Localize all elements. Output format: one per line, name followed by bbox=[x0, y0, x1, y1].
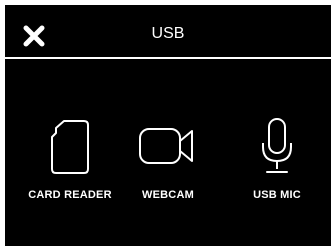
usb-mic-label: USB MIC bbox=[253, 189, 301, 201]
microphone-icon bbox=[222, 117, 331, 177]
webcam-button[interactable]: WEBCAM bbox=[113, 117, 223, 207]
webcam-label: WEBCAM bbox=[142, 189, 194, 201]
header-bar: USB bbox=[5, 5, 331, 57]
card-reader-label: CARD READER bbox=[28, 189, 112, 201]
usb-menu-screen: USB CARD READER WEBCAM USB MIC bbox=[5, 5, 331, 246]
usb-mic-button[interactable]: USB MIC bbox=[222, 117, 331, 207]
page-title: USB bbox=[151, 25, 185, 42]
header-divider bbox=[5, 57, 331, 59]
video-camera-icon bbox=[113, 117, 223, 177]
sd-card-icon bbox=[15, 117, 125, 177]
card-reader-button[interactable]: CARD READER bbox=[15, 117, 125, 207]
